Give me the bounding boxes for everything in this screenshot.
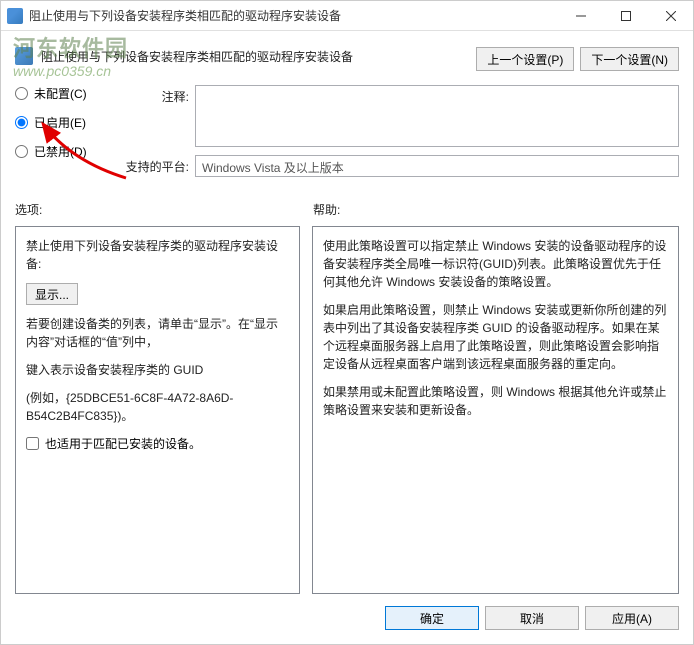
minimize-button[interactable] (558, 1, 603, 30)
help-text-1: 使用此策略设置可以指定禁止 Windows 安装的设备驱动程序的设备安装程序类全… (323, 237, 668, 291)
help-panel: 使用此策略设置可以指定禁止 Windows 安装的设备驱动程序的设备安装程序类全… (312, 226, 679, 594)
help-text-3: 如果禁用或未配置此策略设置，则 Windows 根据其他允许或禁止策略设置来安装… (323, 383, 668, 419)
next-setting-button[interactable]: 下一个设置(N) (580, 47, 679, 71)
close-button[interactable] (648, 1, 693, 30)
also-apply-checkbox[interactable] (26, 437, 39, 450)
maximize-button[interactable] (603, 1, 648, 30)
policy-icon (15, 47, 33, 65)
help-text-2: 如果启用此策略设置，则禁止 Windows 安装或更新你所创建的列表中列出了其设… (323, 301, 668, 373)
also-apply-label: 也适用于匹配已安装的设备。 (45, 435, 201, 452)
options-panel: 禁止使用下列设备安装程序类的驱动程序安装设备: 显示... 若要创建设备类的列表… (15, 226, 300, 594)
radio-enabled-input[interactable] (15, 116, 28, 129)
window-title: 阻止使用与下列设备安装程序类相匹配的驱动程序安装设备 (29, 7, 558, 24)
radio-disabled-input[interactable] (15, 145, 28, 158)
help-label: 帮助: (313, 201, 340, 218)
options-label: 选项: (15, 201, 313, 218)
radio-not-configured-input[interactable] (15, 87, 28, 100)
ok-button[interactable]: 确定 (385, 606, 479, 630)
options-text-4: (例如，{25DBCE51-6C8F-4A72-8A6D-B54C2B4FC83… (26, 389, 289, 425)
show-button[interactable]: 显示... (26, 283, 78, 305)
comment-input[interactable] (195, 85, 679, 147)
page-title: 阻止使用与下列设备安装程序类相匹配的驱动程序安装设备 (41, 47, 468, 65)
platform-label: 支持的平台: (125, 155, 189, 175)
radio-enabled-label: 已启用(E) (34, 114, 86, 131)
comment-label: 注释: (125, 85, 189, 105)
app-icon (7, 8, 23, 24)
previous-setting-button[interactable]: 上一个设置(P) (476, 47, 574, 71)
cancel-button[interactable]: 取消 (485, 606, 579, 630)
options-text-3: 键入表示设备安装程序类的 GUID (26, 361, 289, 379)
radio-disabled[interactable]: 已禁用(D) (15, 143, 105, 160)
window-controls (558, 1, 693, 30)
options-text-2: 若要创建设备类的列表，请单击“显示”。在“显示内容”对话框的“值”列中， (26, 315, 289, 351)
titlebar: 阻止使用与下列设备安装程序类相匹配的驱动程序安装设备 (1, 1, 693, 31)
options-text-1: 禁止使用下列设备安装程序类的驱动程序安装设备: (26, 237, 289, 273)
radio-not-configured-label: 未配置(C) (34, 85, 87, 102)
radio-disabled-label: 已禁用(D) (34, 143, 87, 160)
radio-enabled[interactable]: 已启用(E) (15, 114, 105, 131)
radio-not-configured[interactable]: 未配置(C) (15, 85, 105, 102)
apply-button[interactable]: 应用(A) (585, 606, 679, 630)
platform-value: Windows Vista 及以上版本 (195, 155, 679, 177)
